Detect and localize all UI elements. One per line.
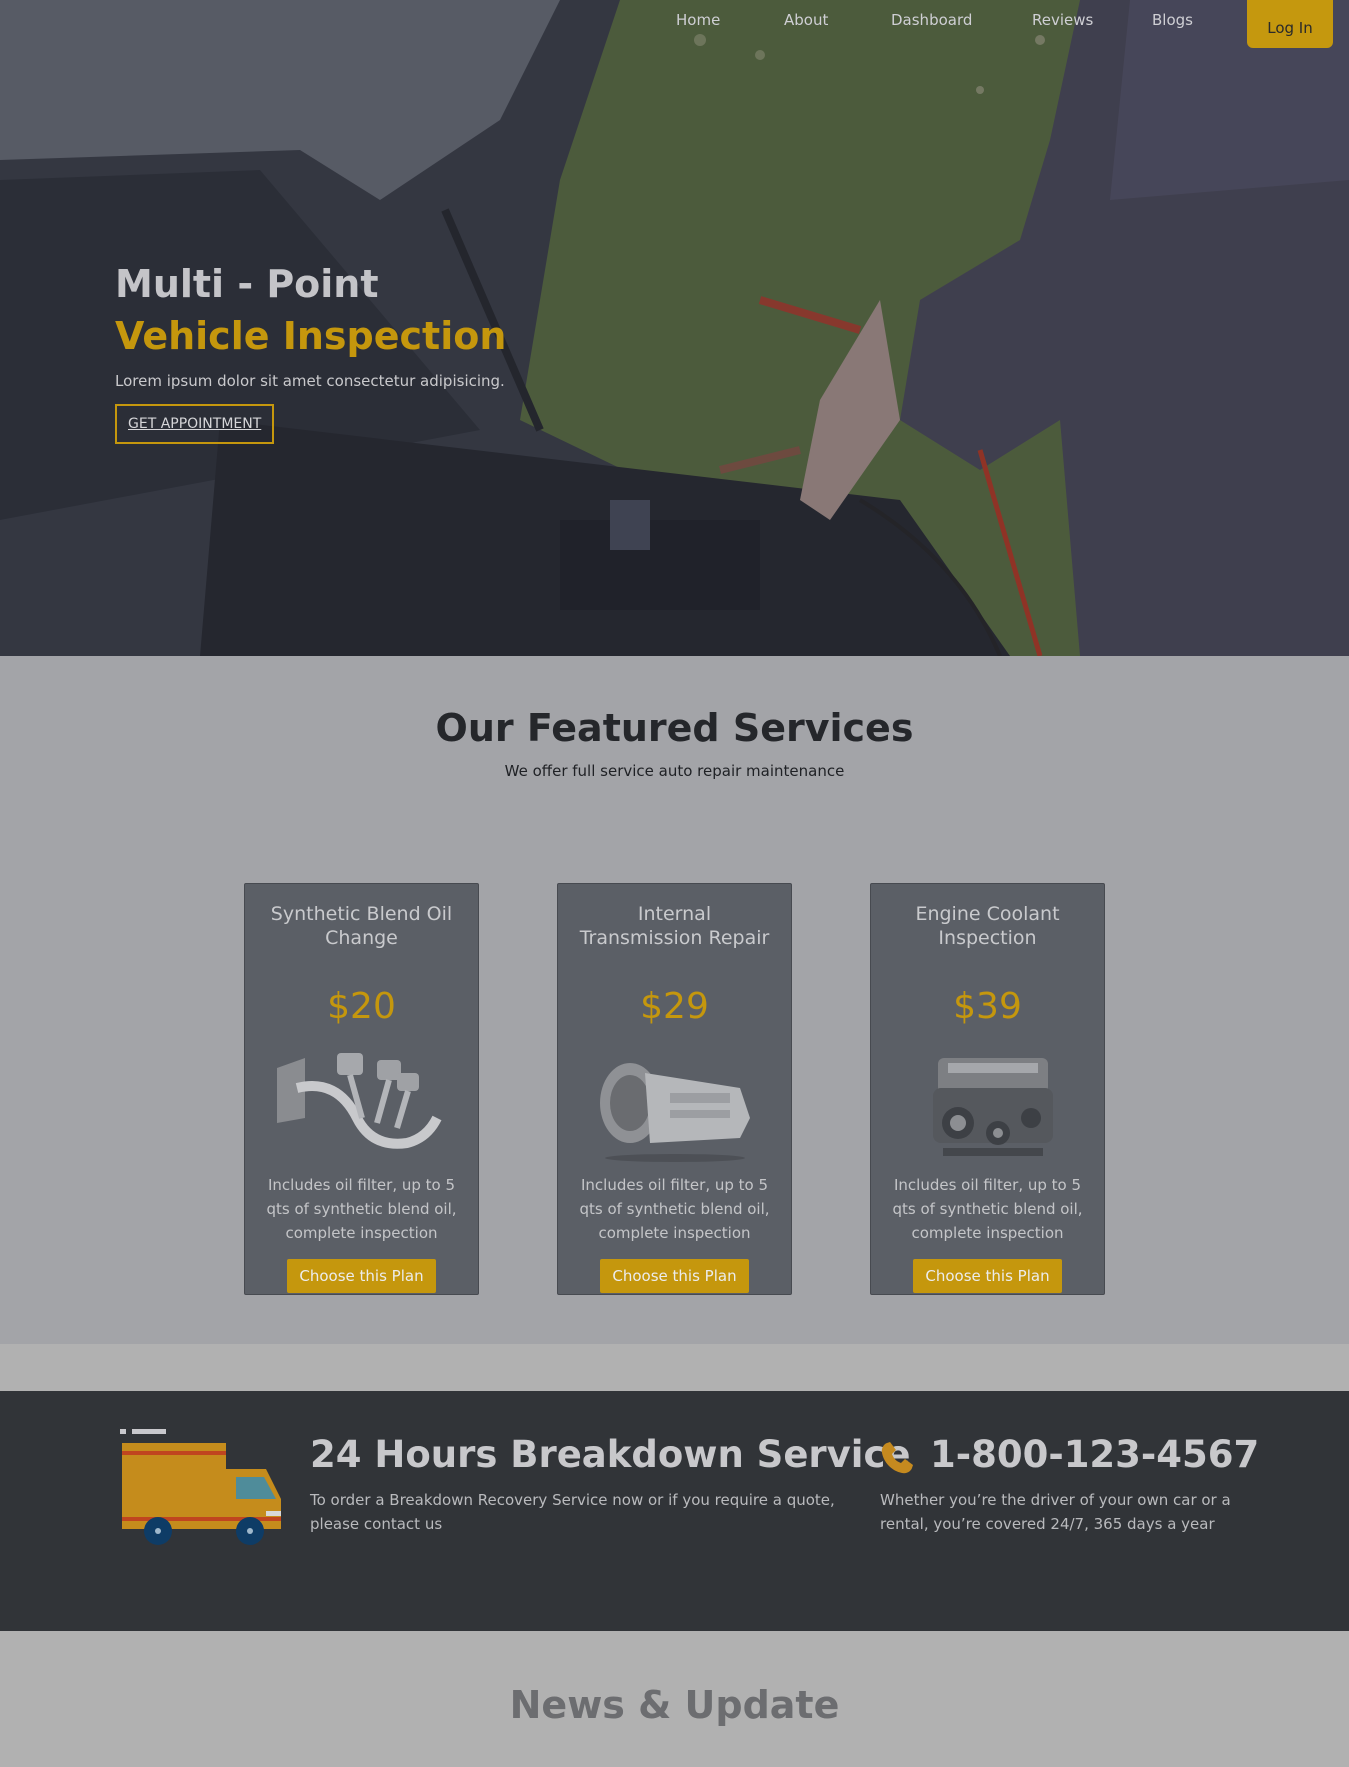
hero-section: Home About Dashboard Reviews Blogs Log I… [0, 0, 1349, 656]
service-card-description: Includes oil filter, up to 5 qts of synt… [579, 1176, 770, 1242]
news-section: News & Update [0, 1631, 1349, 1767]
featured-subtitle: We offer full service auto repair mainte… [504, 762, 845, 780]
login-button[interactable]: Log In [1247, 0, 1333, 48]
engine-block-image [932, 1058, 1053, 1156]
service-card-price: $39 [953, 986, 1022, 1027]
service-card-description: Includes oil filter, up to 5 qts of synt… [892, 1176, 1083, 1242]
news-title: News & Update [509, 1683, 840, 1727]
hero-content: Multi - Point Vehicle Inspection Lorem i… [115, 262, 506, 444]
service-card: Internal Transmission Repair $29 Include… [557, 883, 792, 1295]
hero-title-line1: Multi - Point [115, 262, 379, 306]
hero-title-line2: Vehicle Inspection [115, 314, 507, 358]
featured-services-section: Our Featured Services We offer full serv… [0, 656, 1349, 1344]
phone-icon [881, 1442, 913, 1474]
phone-number[interactable]: 1-800-123-4567 [930, 1433, 1259, 1476]
top-nav: Home About Dashboard Reviews Blogs Log I… [0, 0, 1349, 50]
get-appointment-button[interactable]: GET APPOINTMENT [115, 404, 275, 444]
choose-plan-button[interactable]: Choose this Plan [287, 1259, 436, 1293]
service-card-price: $20 [327, 986, 396, 1027]
breakdown-title: 24 Hours Breakdown Service [310, 1433, 911, 1476]
breakdown-service-section: 24 Hours Breakdown Service To order a Br… [0, 1391, 1349, 1631]
featured-title: Our Featured Services [435, 706, 914, 750]
section-spacer [0, 1344, 1349, 1391]
nav-reviews[interactable]: Reviews [1032, 11, 1093, 29]
service-card-title: Synthetic Blend Oil Change [270, 903, 453, 949]
truck-icon [120, 1429, 281, 1545]
service-card: Engine Coolant Inspection $39 Includes o… [870, 883, 1105, 1295]
service-card-title: Internal Transmission Repair [579, 903, 770, 949]
hero-subtitle: Lorem ipsum dolor sit amet consectetur a… [115, 372, 505, 390]
engine-pistons-oil-image [276, 1053, 441, 1149]
service-card-description: Includes oil filter, up to 5 qts of synt… [266, 1176, 457, 1242]
transmission-image [599, 1063, 750, 1162]
service-card-price: $29 [640, 986, 709, 1027]
nav-about[interactable]: About [784, 11, 828, 29]
nav-blogs[interactable]: Blogs [1152, 11, 1193, 29]
breakdown-text: To order a Breakdown Recovery Service no… [310, 1491, 835, 1533]
choose-plan-button[interactable]: Choose this Plan [913, 1259, 1062, 1293]
service-card: Synthetic Blend Oil Change $20 Includes … [244, 883, 479, 1295]
choose-plan-button[interactable]: Choose this Plan [600, 1259, 749, 1293]
service-card-title: Engine Coolant Inspection [915, 903, 1060, 949]
nav-home[interactable]: Home [676, 11, 720, 29]
nav-dashboard[interactable]: Dashboard [891, 11, 972, 29]
phone-text: Whether you’re the driver of your own ca… [880, 1491, 1231, 1533]
